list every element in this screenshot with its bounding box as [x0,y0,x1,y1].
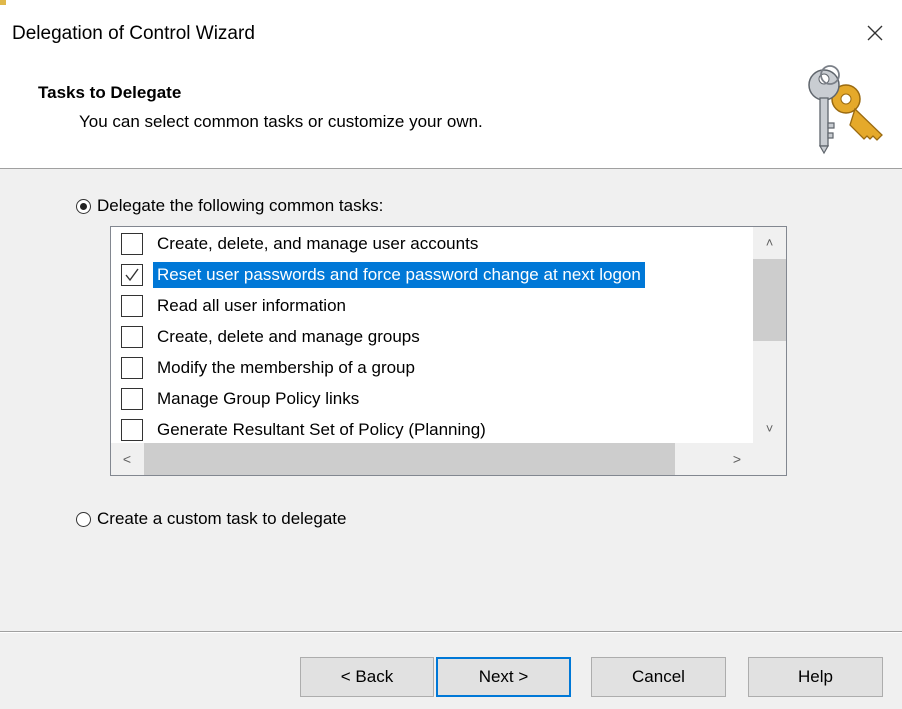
keys-icon [800,65,888,161]
task-checkbox[interactable] [121,233,143,255]
list-item-task-3[interactable]: Read all user information [121,293,350,319]
scroll-right-button[interactable]: > [721,443,753,475]
chevron-right-icon: > [732,451,742,467]
task-label: Read all user information [157,296,346,315]
page-title: Tasks to Delegate [38,83,182,102]
checkmark-icon [125,268,139,282]
horizontal-scroll-thumb[interactable] [144,443,675,475]
list-item-task-5[interactable]: Modify the membership of a group [121,355,419,381]
help-button[interactable]: Help [748,657,883,697]
task-label: Generate Resultant Set of Policy (Planni… [157,420,486,439]
list-item-task-4[interactable]: Create, delete and manage groups [121,324,424,350]
list-item-task-1[interactable]: Create, delete, and manage user accounts [121,231,482,257]
radio-selected-indicator [76,198,91,214]
radio-custom-task[interactable]: Create a custom task to delegate [76,509,346,529]
task-checkbox[interactable] [121,357,143,379]
radio-delegate-label: Delegate the following common tasks: [97,196,384,215]
footer-divider [0,631,902,633]
wizard-header: Tasks to Delegate You can select common … [0,63,902,169]
scroll-left-button[interactable]: < [111,443,143,475]
list-item-task-6[interactable]: Manage Group Policy links [121,386,363,412]
scroll-down-button[interactable]: ˅ [753,413,786,443]
title-bar: Delegation of Control Wizard [0,5,902,63]
radio-unselected-indicator [76,511,91,527]
chevron-down-icon: ˅ [765,420,774,436]
task-checkbox[interactable] [121,388,143,410]
close-icon [867,25,883,41]
task-label: Manage Group Policy links [157,389,360,408]
task-label: Create, delete, and manage user accounts [157,234,479,253]
radio-delegate-common-tasks[interactable]: Delegate the following common tasks: [76,196,383,216]
common-tasks-list[interactable]: Create, delete, and manage user accounts… [110,226,787,476]
task-label: Create, delete and manage groups [157,327,420,346]
task-checkbox-checked[interactable] [121,264,143,286]
cancel-button[interactable]: Cancel [591,657,726,697]
page-subtitle: You can select common tasks or customize… [79,112,483,131]
task-label: Modify the membership of a group [157,358,415,377]
task-checkbox[interactable] [121,326,143,348]
chevron-left-icon: < [122,451,132,467]
close-button[interactable] [862,17,888,47]
next-button[interactable]: Next > [436,657,571,697]
list-item-task-2[interactable]: Reset user passwords and force password … [121,262,645,288]
task-label-selected: Reset user passwords and force password … [153,262,645,288]
scroll-up-button[interactable]: ˄ [753,227,786,257]
task-checkbox[interactable] [121,419,143,441]
chevron-up-icon: ˄ [765,234,774,250]
back-button[interactable]: < Back [300,657,434,697]
delegation-wizard-dialog: Delegation of Control Wizard Tasks to De… [0,0,902,709]
vertical-scroll-thumb[interactable] [753,259,786,341]
task-checkbox[interactable] [121,295,143,317]
list-item-task-7[interactable]: Generate Resultant Set of Policy (Planni… [121,417,490,443]
horizontal-scrollbar[interactable]: < > [111,443,753,475]
vertical-scrollbar[interactable]: ˄ ˅ [753,227,786,443]
window-title: Delegation of Control Wizard [12,23,255,44]
radio-custom-label: Create a custom task to delegate [97,509,347,528]
scrollbar-corner [753,443,786,475]
